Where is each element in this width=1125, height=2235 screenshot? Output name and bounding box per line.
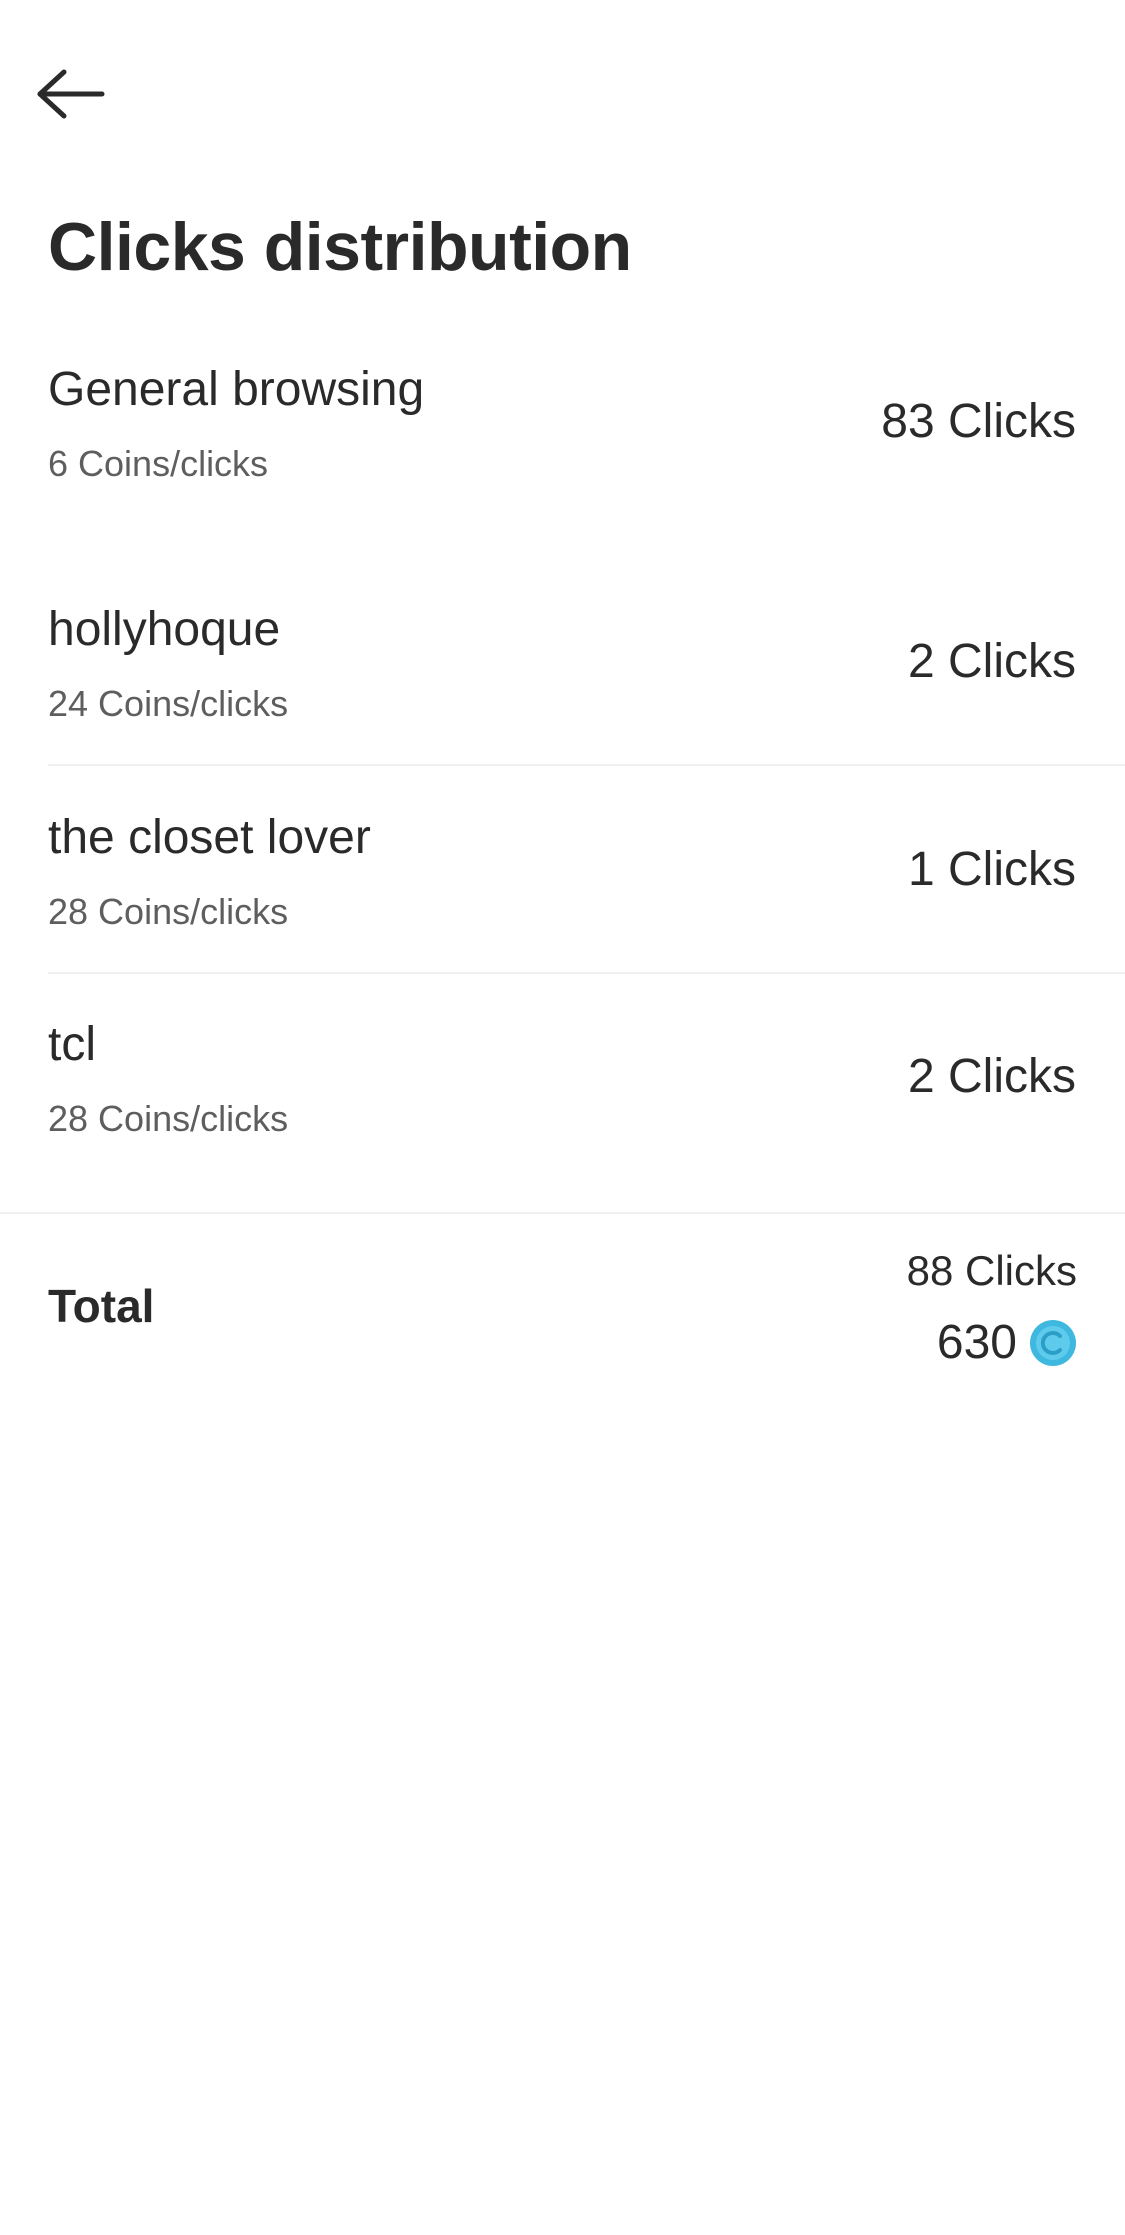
total-coins: 630 — [937, 1314, 1077, 1372]
clicks-count: 1 Clicks — [907, 843, 1076, 896]
total-label: Total — [48, 1280, 155, 1332]
clicks-count: 2 Clicks — [907, 1050, 1076, 1103]
list-item[interactable]: tcl 28 Coins/clicks 2 Clicks — [48, 1017, 1076, 1147]
total-clicks: 88 Clicks — [906, 1247, 1077, 1294]
coins-per-click: 28 Coins/clicks — [48, 1098, 289, 1139]
clicks-count: 83 Clicks — [881, 395, 1076, 448]
page-title: Clicks distribution — [48, 209, 632, 285]
source-name: General browsing — [48, 363, 425, 416]
list-item[interactable]: General browsing 6 Coins/clicks 83 Click… — [48, 362, 1076, 492]
source-name: hollyhoque — [48, 603, 281, 656]
list-item[interactable]: hollyhoque 24 Coins/clicks 2 Clicks — [48, 602, 1076, 732]
source-name: the closet lover — [48, 811, 371, 864]
total-coins-value: 630 — [936, 1316, 1017, 1369]
coins-per-click: 6 Coins/clicks — [48, 443, 269, 484]
divider — [48, 972, 1125, 974]
arrow-left-icon — [36, 68, 106, 125]
coins-per-click: 24 Coins/clicks — [48, 683, 289, 724]
coin-icon — [1029, 1319, 1077, 1367]
coins-per-click: 28 Coins/clicks — [48, 891, 289, 932]
divider — [48, 764, 1125, 766]
source-name: tcl — [48, 1018, 96, 1071]
back-button[interactable] — [34, 66, 108, 126]
total-divider — [0, 1212, 1125, 1214]
clicks-count: 2 Clicks — [907, 635, 1076, 688]
list-item[interactable]: the closet lover 28 Coins/clicks 1 Click… — [48, 810, 1076, 940]
